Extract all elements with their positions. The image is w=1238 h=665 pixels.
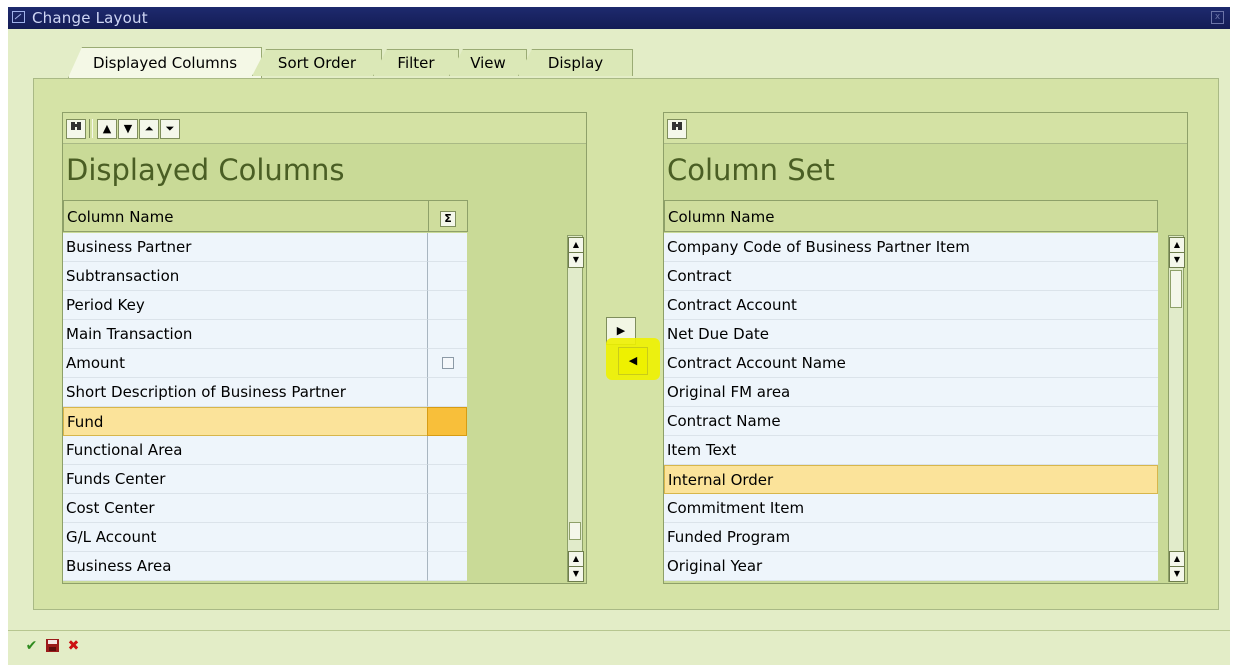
checkmark-icon[interactable]: ✔ [23,638,40,655]
sum-cell [427,465,467,494]
save-icon[interactable] [44,638,61,655]
close-icon[interactable]: x [1211,11,1224,24]
list-item[interactable]: Contract Account [664,291,1158,320]
sum-cell [427,494,467,523]
move-top-icon[interactable]: ⏶ [139,119,159,139]
scroll-up-icon[interactable]: ▲ [568,237,584,253]
list-item-selected[interactable]: Fund [63,407,428,436]
tab-display[interactable]: Display [518,49,633,76]
remove-column-button[interactable]: ◀ [618,347,648,375]
sum-cell [427,523,467,552]
list-item[interactable]: Contract Name [664,407,1158,436]
move-down-icon[interactable]: ▼ [118,119,138,139]
displayed-columns-panel: ▲ ▼ ⏶ ⏷ Displayed Columns Column Name Σ … [62,112,587,584]
right-vertical-scrollbar[interactable]: ▲ ▼ ▲ ▼ [1168,235,1185,582]
sum-cell [427,320,467,349]
list-item[interactable]: Funded Program [664,523,1158,552]
footer-toolbar: ✔ ✖ [8,630,1230,665]
scrollbar-thumb[interactable] [569,522,581,540]
list-item[interactable]: Business Partner [63,233,428,262]
scroll-up-icon[interactable]: ▲ [1169,237,1185,253]
list-item[interactable]: Period Key [63,291,428,320]
sum-cell [427,436,467,465]
list-item[interactable]: Funds Center [63,465,428,494]
column-set-panel: Column Set Column Name Company Code of B… [663,112,1188,584]
sigma-icon: Σ [440,211,456,227]
scrollbar-thumb[interactable] [1170,270,1182,308]
list-item[interactable]: Contract [664,262,1158,291]
arrow-right-icon: ▶ [616,324,626,337]
scroll-down-icon[interactable]: ▼ [568,252,584,268]
cancel-icon[interactable]: ✖ [65,638,82,655]
scroll-up-icon[interactable]: ▲ [1169,551,1185,567]
list-item[interactable]: Commitment Item [664,494,1158,523]
tab-sort-order[interactable]: Sort Order [252,49,382,76]
list-item[interactable]: Functional Area [63,436,428,465]
left-grid-toolbar: ▲ ▼ ⏶ ⏷ [63,113,586,144]
right-panel-title: Column Set [667,153,835,187]
list-item[interactable]: Company Code of Business Partner Item [664,233,1158,262]
list-item[interactable]: Subtransaction [63,262,428,291]
dialog-body: Displayed Columns Sort Order Filter View… [8,29,1230,630]
sum-cell [427,349,467,378]
tab-filter[interactable]: Filter [373,49,459,76]
sum-column-header[interactable]: Σ [428,200,468,232]
list-item[interactable]: Contract Account Name [664,349,1158,378]
scroll-down-icon[interactable]: ▼ [568,566,584,582]
arrow-left-icon: ◀ [628,354,638,367]
move-up-icon[interactable]: ▲ [97,119,117,139]
list-item[interactable]: Cost Center [63,494,428,523]
sum-cell [427,262,467,291]
list-item[interactable]: Original FM area [664,378,1158,407]
find-icon[interactable] [667,119,687,139]
sum-cell [427,552,467,581]
toolbar-separator [89,119,93,138]
list-item[interactable]: Business Area [63,552,428,581]
tab-view[interactable]: View [449,49,527,76]
left-panel-title: Displayed Columns [66,153,345,187]
tab-displayed-columns[interactable]: Displayed Columns [68,47,262,78]
sum-cell [427,378,467,407]
move-bottom-icon[interactable]: ⏷ [160,119,180,139]
find-icon[interactable] [66,119,86,139]
list-item[interactable]: Item Text [664,436,1158,465]
sum-cell-selected [427,407,467,436]
list-item[interactable]: Main Transaction [63,320,428,349]
sum-checkbox[interactable] [442,357,454,369]
sum-cell [427,291,467,320]
window-title: Change Layout [32,9,148,27]
list-item[interactable]: G/L Account [63,523,428,552]
title-bar: Change Layout x [8,7,1230,29]
scroll-up-icon[interactable]: ▲ [568,551,584,567]
right-grid-toolbar [664,113,1187,144]
list-item[interactable]: Net Due Date [664,320,1158,349]
scroll-down-icon[interactable]: ▼ [1169,566,1185,582]
list-item[interactable]: Original Year [664,552,1158,581]
list-item[interactable]: Amount [63,349,428,378]
scroll-down-icon[interactable]: ▼ [1169,252,1185,268]
list-item[interactable]: Short Description of Business Partner [63,378,428,407]
column-name-header[interactable]: Column Name [63,200,429,232]
list-item-selected[interactable]: Internal Order [664,465,1158,494]
column-name-header[interactable]: Column Name [664,200,1158,232]
window-icon [12,11,25,23]
left-vertical-scrollbar[interactable]: ▲ ▼ ▲ ▼ [567,235,584,582]
sum-cell [427,233,467,262]
